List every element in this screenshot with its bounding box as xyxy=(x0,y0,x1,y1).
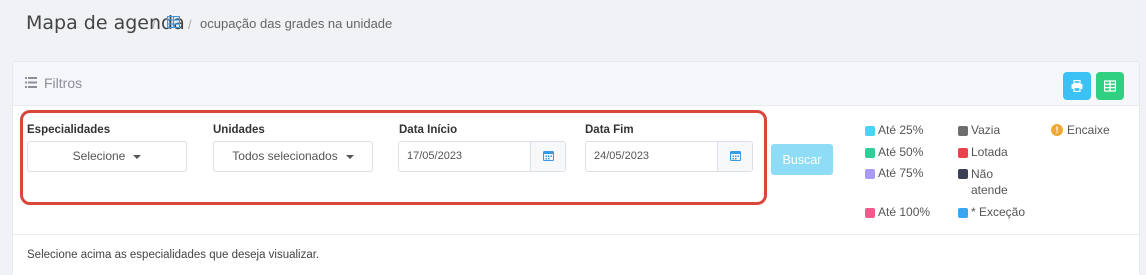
filters-highlight xyxy=(20,110,767,205)
page-title: Mapa de agenda xyxy=(26,12,185,34)
legend-swatch xyxy=(865,208,875,218)
empty-state-message: Selecione acima as especialidades que de… xyxy=(27,249,320,261)
export-excel-button[interactable] xyxy=(1096,72,1124,100)
legend-swatch xyxy=(958,208,968,218)
legend-label: Vazia xyxy=(971,123,1001,137)
spreadsheet-icon xyxy=(1104,80,1116,92)
filters-title: Filtros xyxy=(44,75,83,91)
legend-swatch xyxy=(958,169,968,179)
grid-icon[interactable] xyxy=(167,16,180,28)
print-icon xyxy=(1071,80,1083,92)
legend-label: Lotada xyxy=(971,145,1008,159)
results-panel: Selecione acima as especialidades que de… xyxy=(13,234,1139,275)
page-header: Mapa de agenda / / ocupação das grades n… xyxy=(0,0,1146,48)
buscar-button[interactable]: Buscar xyxy=(771,144,833,175)
breadcrumb-current: ocupação das grades na unidade xyxy=(200,16,393,31)
encaixe-label: Encaixe xyxy=(1067,123,1110,137)
print-button[interactable] xyxy=(1063,72,1091,100)
legend-label: Até 100% xyxy=(878,205,931,219)
legend-swatch xyxy=(865,169,875,179)
legend-swatch xyxy=(865,148,875,158)
legend-label: Até 25% xyxy=(878,123,924,137)
legend-swatch xyxy=(865,126,875,136)
legend-label: Até 75% xyxy=(878,166,924,180)
filters-header: Filtros xyxy=(13,62,1139,106)
legend-swatch xyxy=(958,126,968,136)
legend-label: * Exceção xyxy=(971,205,1026,219)
legend-label: Não atende xyxy=(971,167,1008,197)
breadcrumb-separator: / xyxy=(188,17,192,32)
breadcrumb-separator: / xyxy=(152,17,156,32)
legend-swatch xyxy=(958,148,968,158)
exclamation-icon: ! xyxy=(1051,124,1063,136)
legend-label: Até 50% xyxy=(878,145,924,159)
list-icon xyxy=(25,77,37,88)
